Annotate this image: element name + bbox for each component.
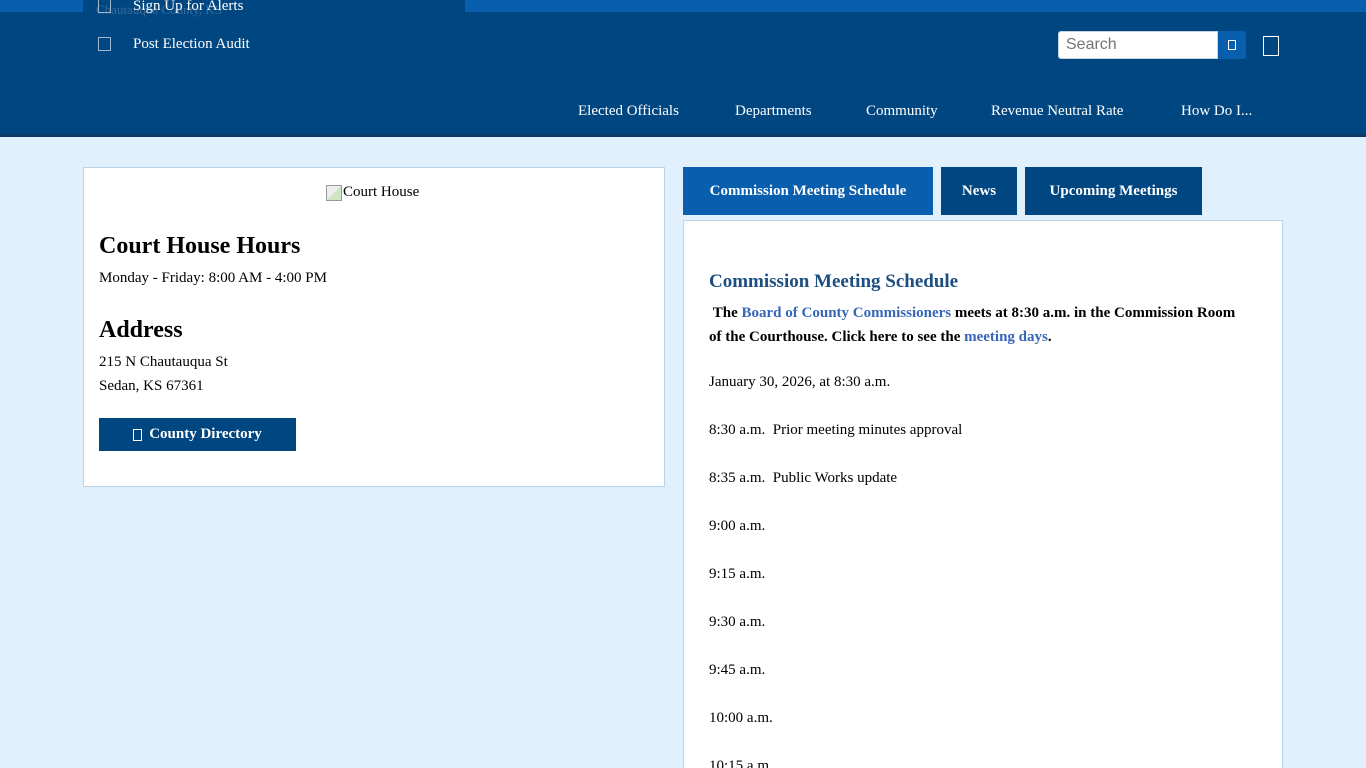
sign-up-alerts-link[interactable]: Sign Up for Alerts — [96, 0, 250, 18]
schedule-item: 9:00 a.m. — [709, 518, 766, 534]
menu-toggle-icon[interactable] — [1263, 36, 1279, 56]
hours-text: Monday - Friday: 8:00 AM - 4:00 PM — [99, 270, 327, 286]
search-button[interactable] — [1218, 31, 1246, 59]
schedule-item: 9:30 a.m. — [709, 614, 766, 630]
header-divider — [0, 134, 1366, 137]
address-city: Sedan, KS 67361 — [99, 378, 204, 394]
alert-icon — [98, 0, 111, 13]
schedule-item: 8:35 a.m. Public Works update — [709, 470, 898, 486]
main-nav: Elected Officials Departments Community … — [0, 103, 1366, 123]
directory-icon — [133, 428, 143, 441]
schedule-item: 9:45 a.m. — [709, 662, 766, 678]
county-directory-label: County Directory — [149, 426, 262, 442]
intro-text-start: The — [712, 305, 742, 321]
tab-commission-meeting-schedule[interactable]: Commission Meeting Schedule — [683, 167, 933, 215]
board-of-commissioners-link[interactable]: Board of County Commissioners — [742, 305, 952, 321]
document-icon — [98, 37, 111, 51]
schedule-item: 9:15 a.m. — [709, 566, 766, 582]
image-placeholder-icon — [326, 184, 342, 201]
meeting-days-link[interactable]: meeting days — [964, 329, 1048, 345]
tab-upcoming-meetings[interactable]: Upcoming Meetings — [1025, 167, 1202, 215]
schedule-date: January 30, 2026, at 8:30 a.m. — [709, 374, 891, 390]
nav-elected-officials[interactable]: Elected Officials — [578, 103, 679, 120]
courthouse-image: Court House — [326, 184, 419, 201]
schedule-item: 8:30 a.m. Prior meeting minutes approval — [709, 422, 963, 438]
nav-departments[interactable]: Departments — [735, 103, 812, 120]
schedule-intro: The Board of County Commissioners meets … — [709, 301, 1239, 349]
nav-community[interactable]: Community — [866, 103, 938, 120]
address-heading: Address — [99, 317, 183, 343]
schedule-item: 10:15 a.m. — [709, 758, 773, 768]
county-directory-button[interactable]: County Directory — [99, 418, 296, 451]
tab-news[interactable]: News — [941, 167, 1017, 215]
address-street: 215 N Chautauqua St — [99, 354, 228, 370]
schedule-title: Commission Meeting Schedule — [709, 271, 959, 292]
schedule-panel: Commission Meeting Schedule The Board of… — [683, 220, 1283, 768]
nav-revenue-neutral-rate[interactable]: Revenue Neutral Rate — [991, 103, 1123, 120]
schedule-item: 10:00 a.m. — [709, 710, 773, 726]
post-election-audit-label: Post Election Audit — [133, 35, 250, 52]
courthouse-card: Court House Court House Hours Monday - F… — [83, 167, 665, 487]
search-icon — [1228, 40, 1236, 50]
top-links: Sign Up for Alerts Post Election Audit — [96, 0, 250, 70]
intro-text-end: . — [1047, 329, 1052, 345]
site-header: Chautauqua County, KS Sign Up for Alerts… — [0, 0, 1366, 134]
search-input[interactable] — [1058, 31, 1218, 59]
hours-heading: Court House Hours — [99, 233, 301, 259]
nav-how-do-i[interactable]: How Do I... — [1181, 103, 1252, 120]
courthouse-image-alt: Court House — [343, 184, 420, 200]
post-election-audit-link[interactable]: Post Election Audit — [96, 32, 250, 56]
sign-up-alerts-label: Sign Up for Alerts — [133, 0, 244, 14]
